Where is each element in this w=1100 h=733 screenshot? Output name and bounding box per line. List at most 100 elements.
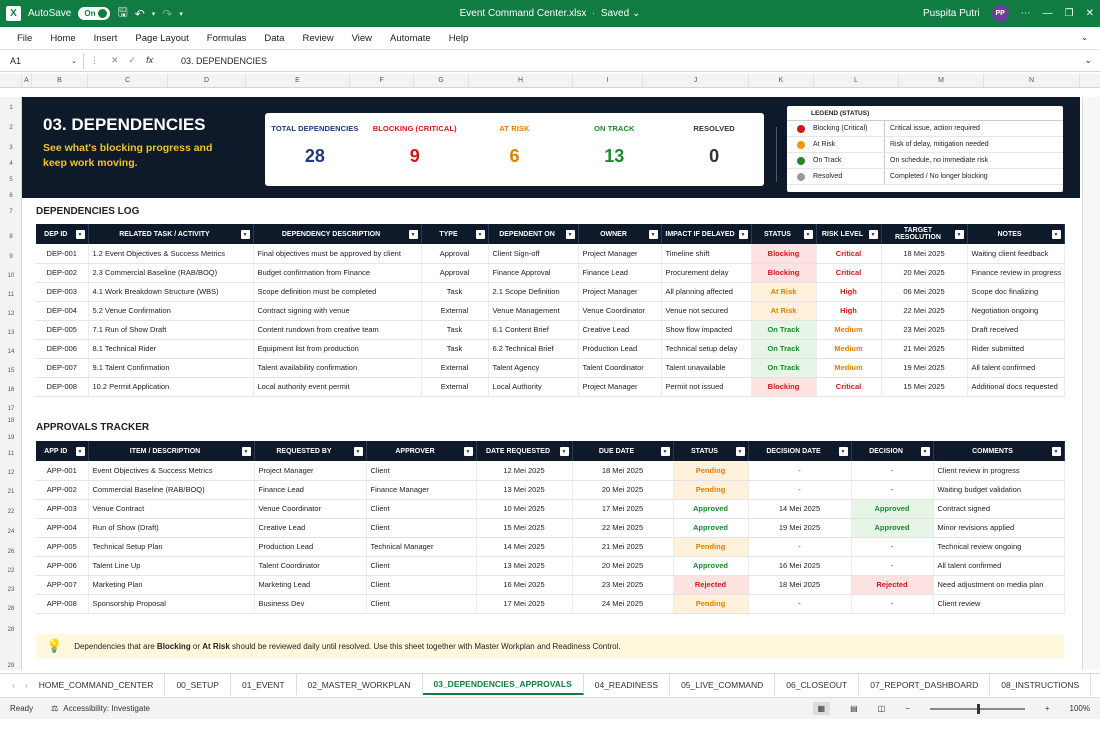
table-row[interactable]: APP-003 Venue Contract Venue Coordinator Cl… [36,499,1065,519]
save-icon[interactable]: 🖫 [117,3,127,24]
column-header-A[interactable]: A [22,74,32,87]
menu-item-view[interactable]: View [343,33,381,44]
filter-dropdown-icon[interactable]: ▼ [559,447,569,456]
row-header[interactable]: 23 [0,587,22,593]
close-icon[interactable]: ✕ [1086,8,1094,19]
filter-dropdown-icon[interactable]: ▼ [475,230,485,239]
tab-07_report_dashboard[interactable]: 07_REPORT_DASHBOARD [859,674,991,695]
tab-03_dependencies_approvals[interactable]: 03_DEPENDENCIES_APPROVALS [422,674,584,695]
row-header[interactable]: 6 [0,193,22,199]
row-header[interactable]: 24 [0,529,22,535]
page-layout-view-icon[interactable]: ▤ [850,704,858,713]
zoom-in-icon[interactable]: + [1045,704,1050,713]
column-header-I[interactable]: I [573,74,643,87]
row-header[interactable]: 22 [0,568,22,574]
row-header[interactable]: 16 [0,387,22,393]
undo-dropdown-icon[interactable]: ▾ [152,10,156,18]
select-all-corner[interactable] [0,74,22,87]
column-header-C[interactable]: C [88,74,168,87]
row-header[interactable]: 26 [0,549,22,555]
name-box[interactable]: A1 ⌄ [4,52,84,69]
row-header[interactable]: 7 [0,209,22,215]
menu-item-file[interactable]: File [8,33,41,44]
row-header[interactable]: 19 [0,435,22,441]
filter-dropdown-icon[interactable]: ▼ [735,447,745,456]
tab-06_closeout[interactable]: 06_CLOSEOUT [775,674,860,695]
column-header-N[interactable]: N [984,74,1080,87]
table-row[interactable]: APP-005 Technical Setup Plan Production Le… [36,537,1065,557]
row-header[interactable]: 9 [0,254,22,260]
filter-dropdown-icon[interactable]: ▼ [648,230,658,239]
filter-dropdown-icon[interactable]: ▼ [1051,230,1061,239]
vertical-scrollbar[interactable] [1082,97,1100,670]
tab-01_event[interactable]: 01_EVENT [231,674,297,695]
column-header-H[interactable]: H [469,74,573,87]
table-row[interactable]: DEP-005 7.1 Run of Show Draft Content rund… [36,320,1065,340]
table-row[interactable]: APP-001 Event Objectives & Success Metric… [36,461,1065,481]
row-header[interactable]: 29 [0,663,22,669]
filter-dropdown-icon[interactable]: ▼ [408,230,418,239]
customize-toolbar-icon[interactable]: ▾ [179,10,183,18]
tab-prev-icon[interactable]: ‹ [12,680,15,690]
zoom-out-icon[interactable]: − [905,704,910,713]
table-row[interactable]: DEP-001 1.2 Event Objectives & Success Me… [36,244,1065,264]
zoom-slider[interactable] [929,703,1025,714]
filter-dropdown-icon[interactable]: ▼ [920,447,930,456]
menu-item-review[interactable]: Review [293,33,342,44]
row-header[interactable]: 14 [0,349,22,355]
column-header-K[interactable]: K [749,74,814,87]
table-row[interactable]: APP-006 Talent Line Up Talent Coordinator C… [36,556,1065,576]
avatar[interactable]: PP [991,5,1009,22]
menu-item-formulas[interactable]: Formulas [198,33,256,44]
normal-view-icon[interactable]: ▦ [812,702,831,715]
tab-02_master_workplan[interactable]: 02_MASTER_WORKPLAN [297,674,423,695]
row-header[interactable]: 12 [0,311,22,317]
menu-item-data[interactable]: Data [255,33,293,44]
enter-icon[interactable]: ✓ [129,55,137,66]
filter-dropdown-icon[interactable]: ▼ [241,447,251,456]
column-header-J[interactable]: J [643,74,749,87]
row-header[interactable]: 18 [0,418,22,424]
row-header[interactable]: 11 [0,451,22,457]
table-row[interactable]: APP-007 Marketing Plan Marketing Lead Clien… [36,575,1065,595]
tab-home_command_center[interactable]: HOME_COMMAND_CENTER [28,674,166,695]
column-header-M[interactable]: M [899,74,984,87]
accessibility-checker[interactable]: ⚖ Accessibility: Investigate [51,704,150,713]
zoom-level[interactable]: 100% [1070,704,1090,713]
row-header[interactable]: 4 [0,161,22,167]
filter-dropdown-icon[interactable]: ▼ [75,230,85,239]
column-header-D[interactable]: D [168,74,246,87]
filter-dropdown-icon[interactable]: ▼ [954,230,964,239]
collapse-ribbon-icon[interactable]: ⌄ [1081,33,1088,42]
table-row[interactable]: DEP-004 5.2 Venue Confirmation Contract si… [36,301,1065,321]
row-header[interactable]: 15 [0,368,22,374]
page-break-view-icon[interactable]: ◫ [878,704,886,713]
menu-item-home[interactable]: Home [41,33,84,44]
autosave-toggle[interactable]: On [78,7,111,20]
expand-formula-icon[interactable]: ⌄ [1084,55,1100,66]
tab-00_setup[interactable]: 00_SETUP [165,674,231,695]
menu-item-insert[interactable]: Insert [85,33,127,44]
filter-dropdown-icon[interactable]: ▼ [565,230,575,239]
table-row[interactable]: DEP-006 8.1 Technical Rider Equipment list… [36,339,1065,359]
table-row[interactable]: APP-004 Run of Show (Draft) Creative Lead C… [36,518,1065,538]
row-header[interactable]: 17 [0,406,22,412]
column-header-F[interactable]: F [350,74,414,87]
worksheet[interactable]: 03. DEPENDENCIES See what's blocking pro… [22,97,1082,670]
menu-item-page-layout[interactable]: Page Layout [126,33,197,44]
minimize-icon[interactable]: — [1043,8,1053,19]
row-header[interactable]: 8 [0,234,22,240]
menu-item-help[interactable]: Help [440,33,478,44]
column-header-G[interactable]: G [414,74,469,87]
column-header-B[interactable]: B [32,74,88,87]
row-header[interactable]: 3 [0,145,22,151]
tab-05_live_command[interactable]: 05_LIVE_COMMAND [670,674,776,695]
filter-dropdown-icon[interactable]: ▼ [1051,447,1061,456]
more-icon[interactable]: ⋮ [90,55,99,66]
row-header[interactable]: 13 [0,330,22,336]
filter-dropdown-icon[interactable]: ▼ [660,447,670,456]
table-row[interactable]: DEP-003 4.1 Work Breakdown Structure (WBS… [36,282,1065,302]
menu-item-automate[interactable]: Automate [381,33,440,44]
filter-dropdown-icon[interactable]: ▼ [868,230,878,239]
cancel-icon[interactable]: ✕ [111,55,119,66]
